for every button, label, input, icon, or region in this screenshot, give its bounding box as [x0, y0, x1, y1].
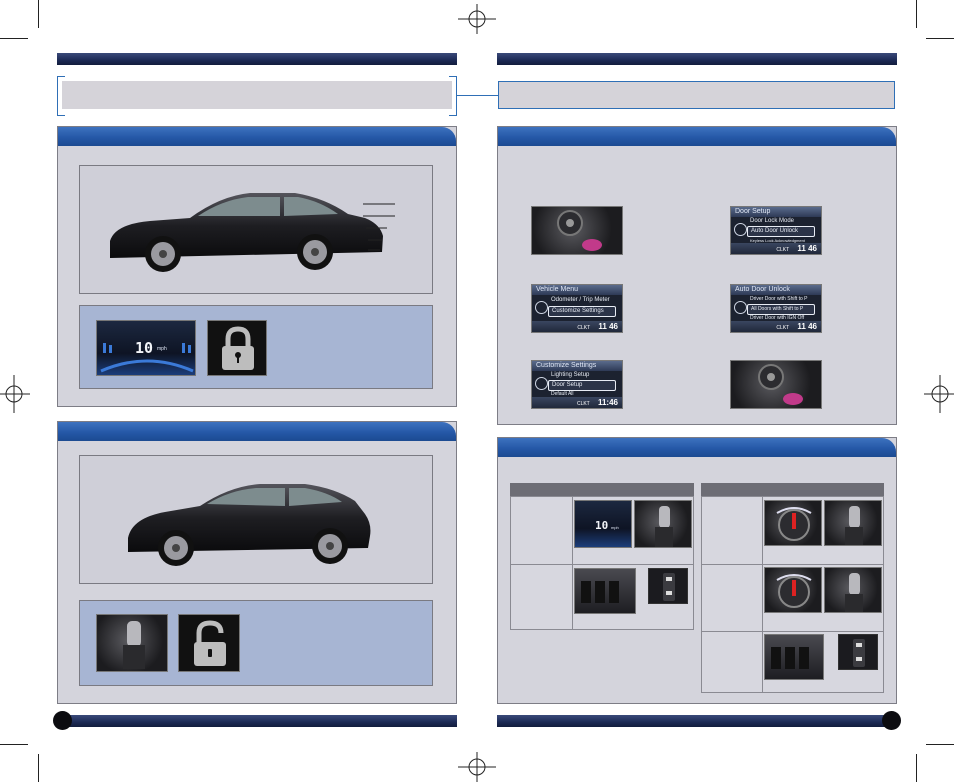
left-title-bracket-top-r	[449, 76, 457, 77]
lock-closed-icon	[207, 320, 267, 376]
lock-open-icon	[178, 614, 240, 672]
clock: 11 46	[797, 244, 817, 253]
screen-status: CLKT 11 46	[731, 243, 821, 254]
clock: 11 46	[598, 322, 618, 331]
status-label: CLKT	[776, 325, 790, 331]
shift-lever-photo	[824, 500, 882, 546]
section-header	[498, 127, 896, 146]
table-cell	[510, 496, 573, 565]
door-setup-screen: Door Setup Door Lock Mode Auto Door Unlo…	[730, 206, 822, 255]
screen-title: Customize Settings	[532, 361, 622, 371]
crop-mark	[916, 754, 917, 782]
unlock-indicator-panel	[79, 600, 433, 686]
gauge-cluster-display: 10 mph	[96, 320, 196, 376]
menu-dial-icon	[734, 223, 747, 236]
left-title-bracket-bottom-r	[449, 115, 457, 116]
car-diagram-panel	[79, 165, 433, 294]
menu-row[interactable]: Lighting Setup	[548, 371, 616, 380]
menu-dial-icon	[535, 377, 548, 390]
lock-switch-closeup	[838, 634, 878, 670]
vehicle-menu-screen: Vehicle Menu Odometer / Trip Meter Custo…	[531, 284, 623, 333]
sedan-side-image	[110, 193, 395, 272]
table-header-right	[701, 483, 884, 496]
crop-mark	[926, 38, 954, 39]
page-number-circle-right	[882, 711, 901, 730]
screen-status: CLKT 11 46	[532, 321, 622, 332]
right-footer-bar	[497, 715, 897, 727]
lock-indicator-panel: 10 mph	[79, 305, 433, 389]
crop-mark	[0, 38, 28, 39]
right-header-bar	[497, 53, 897, 65]
steering-wheel-back-photo	[730, 360, 822, 409]
registration-mark-icon	[0, 375, 30, 413]
menu-row[interactable]: Door Lock Mode	[747, 217, 815, 226]
left-title-bracket-bottom	[57, 115, 65, 116]
screen-status: CLKT 11 46	[731, 321, 821, 332]
crop-mark	[0, 744, 28, 745]
table-header-left	[510, 483, 694, 496]
gauge-speed-unit: mph	[611, 525, 619, 530]
menu-dial-icon	[535, 301, 548, 314]
menu-dial-icon	[734, 301, 747, 314]
screen-status: CLKT 11:46	[532, 397, 622, 408]
page-number-circle-left	[53, 711, 72, 730]
screen-title: Vehicle Menu	[532, 285, 622, 295]
menu-row[interactable]: Odometer / Trip Meter	[548, 296, 616, 305]
ignition-switch-photo	[764, 500, 822, 546]
status-label: CLKT	[576, 401, 590, 407]
right-title-box	[498, 81, 895, 109]
ignition-switch-photo	[764, 567, 822, 613]
gauge-speed-unit: mph	[157, 346, 167, 352]
shift-lever-photo	[96, 614, 168, 672]
status-label: CLKT	[776, 247, 790, 253]
door-switch-photo	[574, 568, 636, 614]
registration-mark-icon	[458, 752, 496, 782]
left-footer-bar	[57, 715, 457, 727]
menu-row-selected[interactable]: Customize Settings	[548, 306, 616, 317]
registration-mark-icon	[458, 4, 496, 34]
table-cell	[510, 564, 573, 630]
crop-mark	[38, 0, 39, 28]
title-connector-line	[457, 95, 498, 96]
lock-switch-closeup	[648, 568, 688, 604]
status-label: CLKT	[577, 325, 591, 331]
table-cell	[701, 631, 763, 693]
shift-lever-photo	[824, 567, 882, 613]
crop-mark	[916, 0, 917, 28]
crop-mark	[926, 744, 954, 745]
gauge-speed-value: 10	[595, 519, 609, 532]
menu-row[interactable]: Driver Door with Shift to P	[747, 295, 815, 304]
car-front-panel	[79, 455, 433, 584]
left-title-box	[62, 81, 452, 109]
table-cell	[701, 496, 763, 565]
crop-mark	[38, 754, 39, 782]
auto-door-unlock-screen: Auto Door Unlock Driver Door with Shift …	[730, 284, 822, 333]
clock: 11:46	[597, 398, 618, 407]
door-switch-photo	[764, 634, 824, 680]
steering-wheel-menu-photo	[531, 206, 623, 255]
shift-lever-photo	[634, 500, 692, 548]
section-header	[58, 422, 456, 441]
section-header	[58, 127, 456, 146]
left-title-bracket-top	[57, 76, 65, 77]
table-gauge-display: 10 mph	[574, 500, 632, 548]
registration-mark-icon	[924, 375, 954, 413]
gauge-speed-value: 10	[135, 339, 154, 357]
clock: 11 46	[797, 322, 817, 331]
left-header-bar	[57, 53, 457, 65]
sedan-angle-image	[128, 484, 371, 566]
table-cell	[701, 564, 763, 632]
screen-title: Door Setup	[731, 207, 821, 217]
customize-settings-screen: Customize Settings Lighting Setup Door S…	[531, 360, 623, 409]
screen-title: Auto Door Unlock	[731, 285, 821, 295]
section-header	[498, 438, 896, 457]
